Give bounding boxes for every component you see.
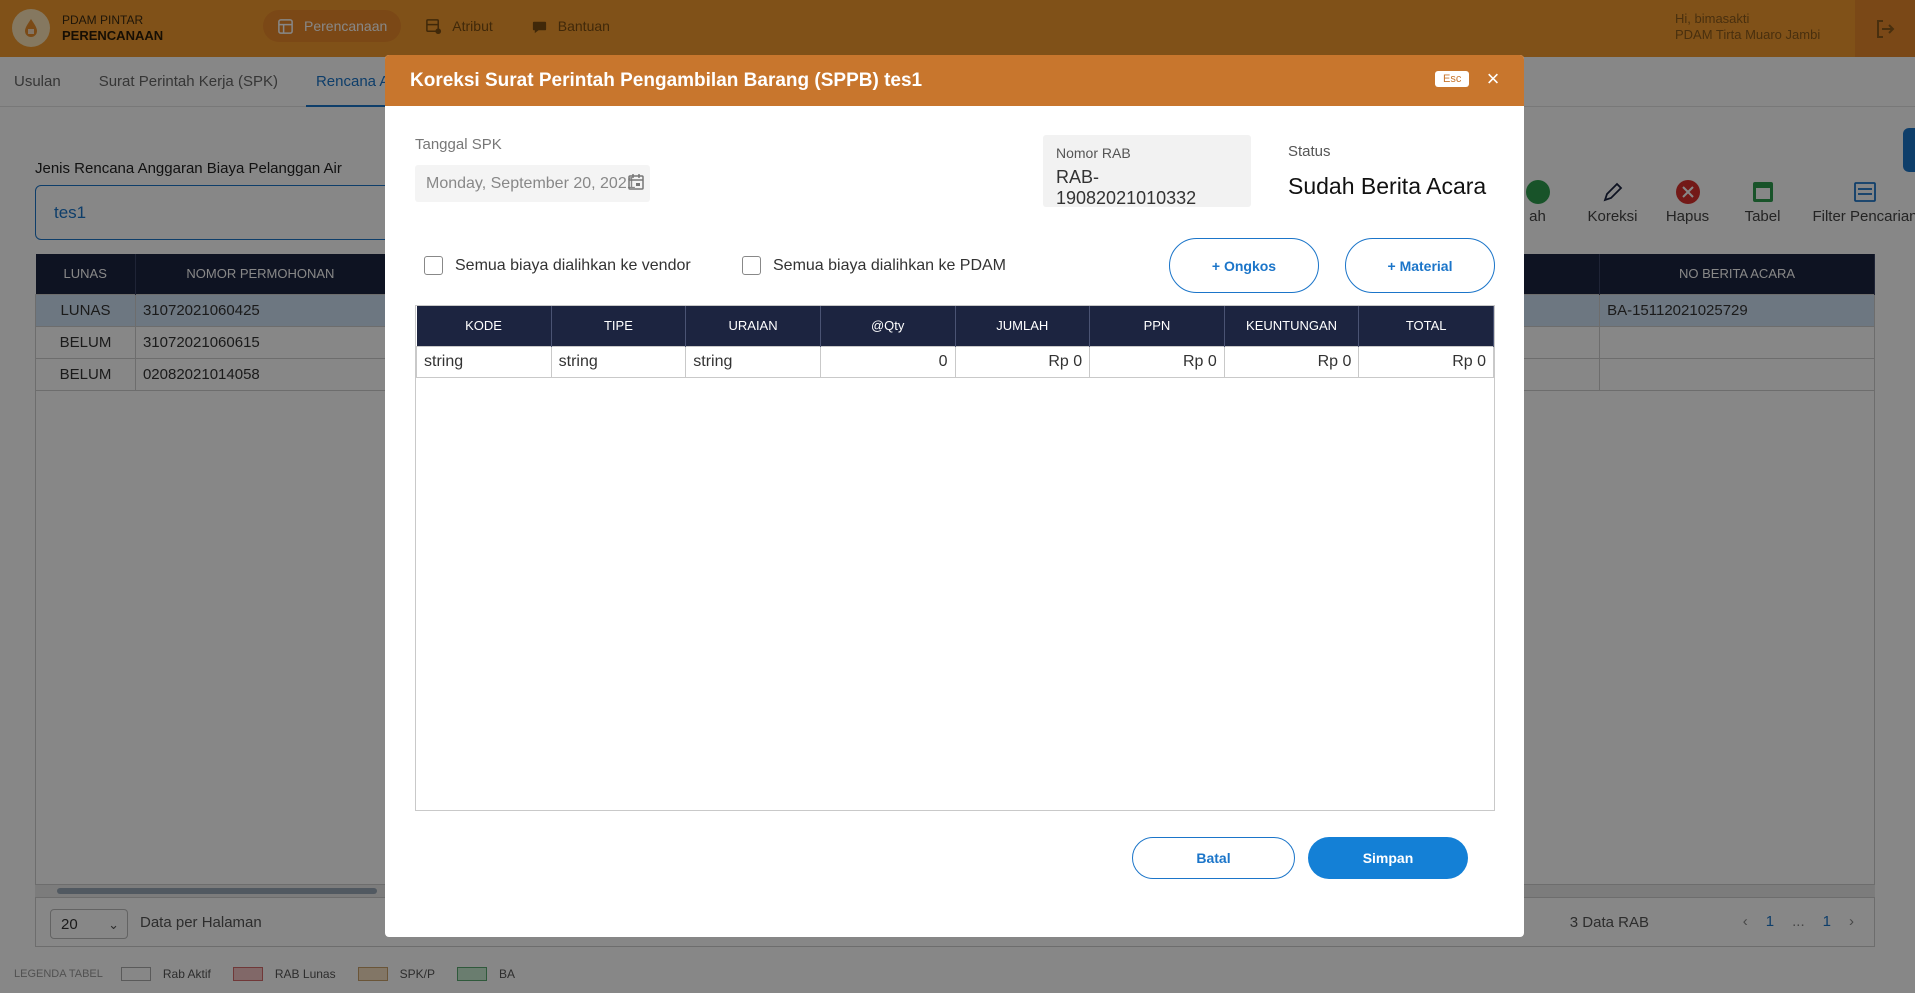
- checkbox-box[interactable]: [742, 256, 761, 275]
- col-header: JUMLAH: [955, 306, 1091, 346]
- nomor-rab-value: RAB-19082021010332: [1056, 167, 1197, 208]
- sppb-items-table: KODE TIPE URAIAN @Qty JUMLAH PPN KEUNTUN…: [415, 305, 1495, 811]
- tipe-cell[interactable]: string: [550, 345, 687, 378]
- vendor-checkbox[interactable]: Semua biaya dialihkan ke vendor: [424, 256, 691, 275]
- checkbox-label: Semua biaya dialihkan ke vendor: [455, 256, 691, 274]
- qty-cell[interactable]: 0: [819, 345, 956, 378]
- close-icon[interactable]: ×: [1482, 66, 1504, 92]
- status-value: Sudah Berita Acara: [1288, 173, 1487, 199]
- uraian-cell[interactable]: string: [685, 345, 821, 378]
- pdam-checkbox[interactable]: Semua biaya dialihkan ke PDAM: [742, 256, 1006, 275]
- col-header: URAIAN: [685, 306, 821, 346]
- dialog-title: Koreksi Surat Perintah Pengambilan Baran…: [410, 70, 923, 91]
- ppn-cell: Rp 0: [1089, 345, 1225, 378]
- cancel-button[interactable]: Batal: [1132, 837, 1295, 879]
- calendar-icon[interactable]: [627, 173, 645, 191]
- col-header: @Qty: [820, 306, 956, 346]
- add-material-button[interactable]: + Material: [1345, 238, 1495, 293]
- col-header: TIPE: [551, 306, 687, 346]
- save-button[interactable]: Simpan: [1308, 837, 1468, 879]
- nomor-rab-box: Nomor RAB RAB-19082021010332: [1043, 135, 1251, 208]
- kode-cell[interactable]: string: [416, 345, 552, 378]
- esc-hint: Esc: [1435, 71, 1470, 87]
- col-header: PPN: [1089, 306, 1225, 346]
- col-header: TOTAL: [1358, 306, 1494, 346]
- tanggal-spk-label: Tanggal SPK: [415, 136, 502, 153]
- jumlah-cell: Rp 0: [954, 345, 1091, 378]
- tanggal-spk-input[interactable]: Monday, September 20, 2021: [415, 165, 650, 202]
- nomor-rab-label: Nomor RAB: [1056, 145, 1131, 161]
- col-header: KODE: [416, 306, 552, 346]
- col-header: KEUNTUNGAN: [1224, 306, 1360, 346]
- dialog-header: Koreksi Surat Perintah Pengambilan Baran…: [385, 55, 1524, 106]
- keuntungan-cell: Rp 0: [1223, 345, 1360, 378]
- table-row[interactable]: string string string 0 Rp 0 Rp 0 Rp 0 Rp…: [416, 345, 1494, 378]
- koreksi-sppb-dialog: Koreksi Surat Perintah Pengambilan Baran…: [385, 55, 1524, 937]
- status-label: Status: [1288, 143, 1331, 160]
- checkbox-label: Semua biaya dialihkan ke PDAM: [773, 256, 1007, 274]
- add-ongkos-button[interactable]: + Ongkos: [1169, 238, 1319, 293]
- total-cell: Rp 0: [1358, 345, 1494, 378]
- checkbox-box[interactable]: [424, 256, 443, 275]
